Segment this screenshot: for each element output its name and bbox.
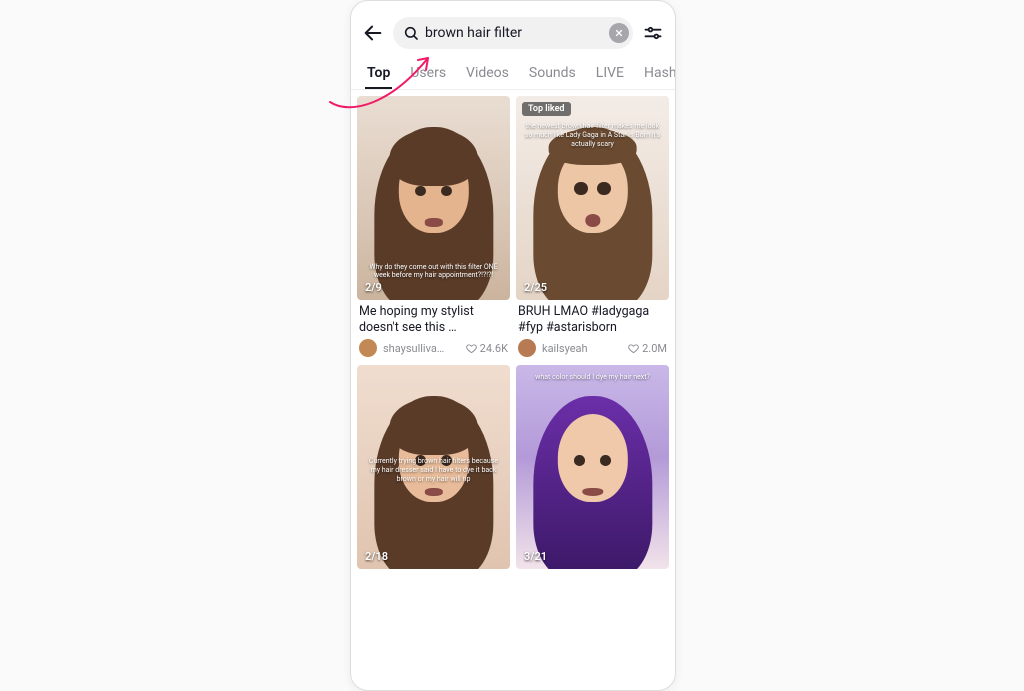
video-date: 2/18 (365, 550, 388, 563)
search-field[interactable] (393, 17, 633, 49)
arrow-left-icon (362, 22, 384, 44)
result-card[interactable]: what color should I dye my hair next? 3/… (516, 365, 669, 569)
video-caption: Me hoping my stylist doesn't see this … (359, 304, 508, 335)
tab-users[interactable]: Users (408, 59, 448, 89)
video-date: 2/9 (365, 281, 382, 294)
sliders-icon (643, 23, 663, 43)
phone-frame: Top Users Videos Sounds LIVE Hashtags Wh… (350, 0, 676, 691)
video-caption-overlay: Why do they come out with this filter ON… (365, 263, 502, 281)
creator-username[interactable]: shaysulliva… (383, 342, 460, 355)
creator-username[interactable]: kailsyeah (542, 342, 622, 355)
video-caption-overlay: Currently trying brown hair filters beca… (365, 457, 502, 483)
video-caption: BRUH LMAO #ladygaga #fyp #astarisborn (518, 304, 667, 335)
top-liked-badge: Top liked (522, 102, 571, 116)
results-grid: Why do they come out with this filter ON… (351, 90, 675, 575)
result-card[interactable]: Currently trying brown hair filters beca… (357, 365, 510, 569)
video-thumbnail[interactable]: Top liked the newest brown hair filter m… (516, 96, 669, 300)
tab-sounds[interactable]: Sounds (527, 59, 578, 89)
video-date: 2/25 (524, 281, 547, 294)
video-thumbnail[interactable]: Why do they come out with this filter ON… (357, 96, 510, 300)
search-input[interactable] (425, 25, 603, 41)
back-button[interactable] (361, 21, 385, 45)
video-thumbnail[interactable]: Currently trying brown hair filters beca… (357, 365, 510, 569)
result-card[interactable]: Why do they come out with this filter ON… (357, 96, 510, 359)
creator-avatar[interactable] (518, 339, 536, 357)
tab-top[interactable]: Top (365, 59, 392, 89)
video-caption-overlay: the newest brown hair filter makes me lo… (524, 122, 661, 148)
search-icon (403, 25, 419, 41)
result-card[interactable]: Top liked the newest brown hair filter m… (516, 96, 669, 359)
video-caption-overlay: what color should I dye my hair next? (524, 373, 661, 382)
tab-hashtags[interactable]: Hashtags (642, 59, 675, 89)
search-filters-button[interactable] (641, 21, 665, 45)
like-count: 2.0M (628, 342, 667, 355)
search-header (351, 1, 675, 59)
x-icon (614, 28, 624, 38)
heart-icon (628, 343, 639, 354)
video-thumbnail[interactable]: what color should I dye my hair next? 3/… (516, 365, 669, 569)
video-date: 3/21 (524, 550, 547, 563)
search-tabs: Top Users Videos Sounds LIVE Hashtags (351, 59, 675, 90)
tab-live[interactable]: LIVE (594, 59, 626, 89)
tab-videos[interactable]: Videos (464, 59, 511, 89)
thumbnail-illustration (516, 365, 669, 569)
like-count: 24.6K (466, 342, 508, 355)
heart-icon (466, 343, 477, 354)
video-meta: Me hoping my stylist doesn't see this … … (357, 300, 510, 359)
creator-avatar[interactable] (359, 339, 377, 357)
video-meta: BRUH LMAO #ladygaga #fyp #astarisborn ka… (516, 300, 669, 359)
clear-search-button[interactable] (609, 23, 629, 43)
